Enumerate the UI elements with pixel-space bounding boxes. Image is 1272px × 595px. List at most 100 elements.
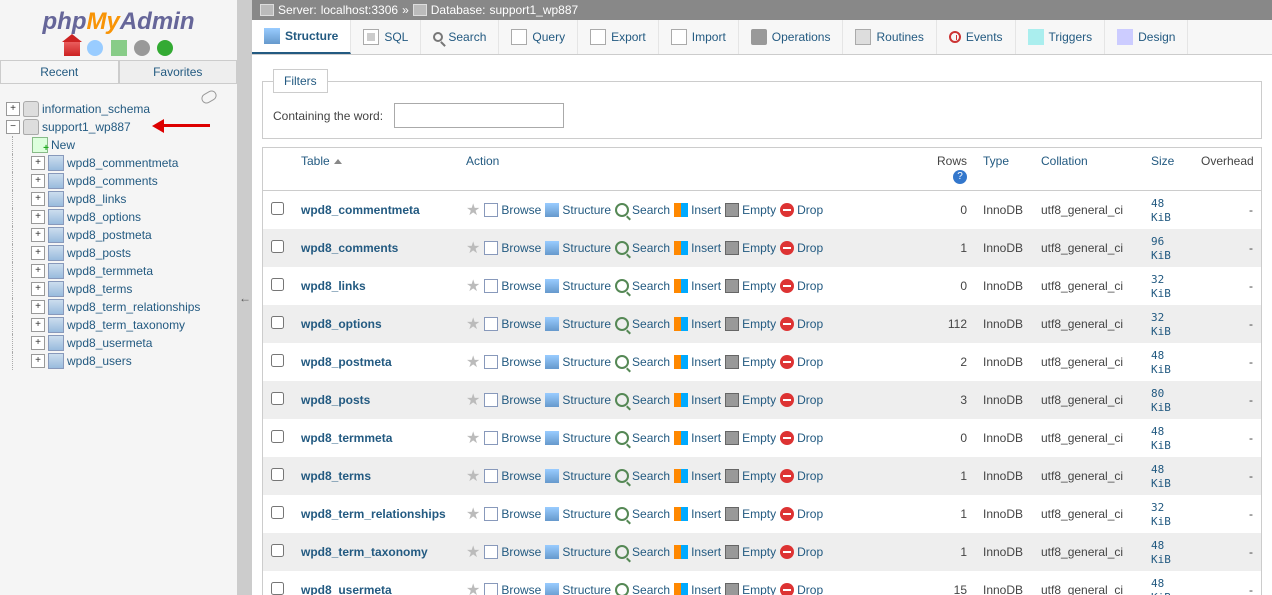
structure-action[interactable]: Structure <box>545 355 611 369</box>
header-size[interactable]: Size <box>1151 154 1174 168</box>
expander-icon[interactable]: + <box>31 282 45 296</box>
tab-structure[interactable]: Structure <box>252 20 351 54</box>
table-link[interactable]: wpd8_term_taxonomy <box>301 545 428 559</box>
tree-table-wpd8_term_taxonomy[interactable]: +wpd8_term_taxonomy <box>12 316 237 334</box>
favorite-star-icon[interactable]: ★ <box>466 542 480 562</box>
empty-action[interactable]: Empty <box>725 507 776 521</box>
drop-action[interactable]: Drop <box>780 241 823 255</box>
insert-action[interactable]: Insert <box>674 469 721 483</box>
header-collation[interactable]: Collation <box>1041 154 1088 168</box>
browse-action[interactable]: Browse <box>484 203 541 217</box>
expander-icon[interactable]: + <box>31 192 45 206</box>
empty-action[interactable]: Empty <box>725 355 776 369</box>
tree-table-wpd8_postmeta[interactable]: +wpd8_postmeta <box>12 226 237 244</box>
insert-action[interactable]: Insert <box>674 507 721 521</box>
expander-icon[interactable]: + <box>31 210 45 224</box>
tab-triggers[interactable]: Triggers <box>1016 20 1106 54</box>
favorite-star-icon[interactable]: ★ <box>466 466 480 486</box>
search-action[interactable]: Search <box>615 431 670 445</box>
search-action[interactable]: Search <box>615 393 670 407</box>
search-action[interactable]: Search <box>615 583 670 595</box>
empty-action[interactable]: Empty <box>725 317 776 331</box>
tab-routines[interactable]: Routines <box>843 20 936 54</box>
tree-table-wpd8_comments[interactable]: +wpd8_comments <box>12 172 237 190</box>
tab-search[interactable]: Search <box>421 20 499 54</box>
browse-action[interactable]: Browse <box>484 507 541 521</box>
empty-action[interactable]: Empty <box>725 431 776 445</box>
drop-action[interactable]: Drop <box>780 469 823 483</box>
structure-action[interactable]: Structure <box>545 279 611 293</box>
tab-design[interactable]: Design <box>1105 20 1188 54</box>
header-type[interactable]: Type <box>983 154 1009 168</box>
browse-action[interactable]: Browse <box>484 241 541 255</box>
tree-db-information_schema[interactable]: +information_schema <box>0 100 237 118</box>
favorite-star-icon[interactable]: ★ <box>466 580 480 595</box>
row-checkbox[interactable] <box>271 240 284 253</box>
insert-action[interactable]: Insert <box>674 203 721 217</box>
breadcrumb-database[interactable]: support1_wp887 <box>489 3 578 17</box>
table-link[interactable]: wpd8_termmeta <box>301 431 392 445</box>
drop-action[interactable]: Drop <box>780 317 823 331</box>
structure-action[interactable]: Structure <box>545 317 611 331</box>
browse-action[interactable]: Browse <box>484 393 541 407</box>
expander-icon[interactable]: + <box>31 174 45 188</box>
tab-import[interactable]: Import <box>659 20 739 54</box>
expander-icon[interactable]: + <box>6 102 20 116</box>
row-checkbox[interactable] <box>271 316 284 329</box>
row-checkbox[interactable] <box>271 544 284 557</box>
browse-action[interactable]: Browse <box>484 545 541 559</box>
favorite-star-icon[interactable]: ★ <box>466 314 480 334</box>
tree-table-wpd8_term_relationships[interactable]: +wpd8_term_relationships <box>12 298 237 316</box>
empty-action[interactable]: Empty <box>725 583 776 595</box>
tree-table-wpd8_links[interactable]: +wpd8_links <box>12 190 237 208</box>
favorite-star-icon[interactable]: ★ <box>466 276 480 296</box>
tree-new-table[interactable]: New <box>12 136 237 154</box>
empty-action[interactable]: Empty <box>725 203 776 217</box>
collapse-sidebar-handle[interactable]: ← <box>238 0 252 595</box>
favorite-star-icon[interactable]: ★ <box>466 390 480 410</box>
expander-icon[interactable]: + <box>31 156 45 170</box>
table-link[interactable]: wpd8_usermeta <box>301 583 392 595</box>
structure-action[interactable]: Structure <box>545 241 611 255</box>
favorite-star-icon[interactable]: ★ <box>466 504 480 524</box>
logout-icon[interactable] <box>87 40 103 56</box>
breadcrumb-server[interactable]: localhost:3306 <box>321 3 398 17</box>
insert-action[interactable]: Insert <box>674 431 721 445</box>
browse-action[interactable]: Browse <box>484 583 541 595</box>
structure-action[interactable]: Structure <box>545 545 611 559</box>
tree-table-wpd8_commentmeta[interactable]: +wpd8_commentmeta <box>12 154 237 172</box>
header-overhead[interactable]: Overhead <box>1201 154 1254 168</box>
row-checkbox[interactable] <box>271 392 284 405</box>
empty-action[interactable]: Empty <box>725 393 776 407</box>
row-checkbox[interactable] <box>271 354 284 367</box>
drop-action[interactable]: Drop <box>780 431 823 445</box>
row-checkbox[interactable] <box>271 202 284 215</box>
empty-action[interactable]: Empty <box>725 279 776 293</box>
recent-tab[interactable]: Recent <box>0 60 119 83</box>
row-checkbox[interactable] <box>271 430 284 443</box>
tree-table-wpd8_usermeta[interactable]: +wpd8_usermeta <box>12 334 237 352</box>
row-checkbox[interactable] <box>271 506 284 519</box>
browse-action[interactable]: Browse <box>484 355 541 369</box>
filter-input[interactable] <box>394 103 564 128</box>
structure-action[interactable]: Structure <box>545 583 611 595</box>
header-table[interactable]: Table <box>301 154 330 168</box>
tab-events[interactable]: Events <box>937 20 1016 54</box>
table-link[interactable]: wpd8_comments <box>301 241 398 255</box>
expander-icon[interactable]: + <box>31 318 45 332</box>
table-link[interactable]: wpd8_commentmeta <box>301 203 420 217</box>
search-action[interactable]: Search <box>615 279 670 293</box>
table-link[interactable]: wpd8_term_relationships <box>301 507 446 521</box>
search-action[interactable]: Search <box>615 241 670 255</box>
favorite-star-icon[interactable]: ★ <box>466 428 480 448</box>
search-action[interactable]: Search <box>615 355 670 369</box>
tree-table-wpd8_posts[interactable]: +wpd8_posts <box>12 244 237 262</box>
tree-db-support1_wp887[interactable]: −support1_wp887 <box>0 118 237 136</box>
empty-action[interactable]: Empty <box>725 241 776 255</box>
expander-icon[interactable]: + <box>31 228 45 242</box>
header-rows[interactable]: Rows <box>937 154 967 168</box>
expander-icon[interactable]: + <box>31 336 45 350</box>
browse-action[interactable]: Browse <box>484 317 541 331</box>
empty-action[interactable]: Empty <box>725 545 776 559</box>
search-action[interactable]: Search <box>615 317 670 331</box>
